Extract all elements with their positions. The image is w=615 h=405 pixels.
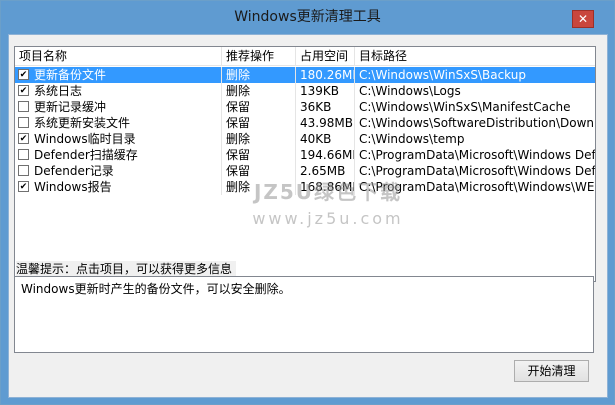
item-name-cell: Windows报告 [15, 179, 222, 195]
window-title: Windows更新清理工具 [234, 9, 381, 25]
item-path: C:\Windows\WinSxS\ManifestCache [359, 100, 571, 114]
item-action: 保留 [222, 147, 296, 163]
item-checkbox[interactable] [18, 69, 29, 80]
item-size: 180.26MB [296, 67, 355, 83]
item-checkbox[interactable] [18, 133, 29, 144]
column-header-size[interactable]: 占用空间 [296, 47, 355, 65]
item-name-cell: 系统更新安装文件 [15, 115, 222, 131]
item-size: 168.86MB [296, 179, 355, 195]
main-window: Windows更新清理工具 ✕ 项目名称 推荐操作 占用空间 目标路径 更新备份… [0, 0, 615, 405]
item-path: C:\Windows\WinSxS\Backup [359, 68, 526, 82]
item-action: 保留 [222, 115, 296, 131]
item-checkbox[interactable] [18, 85, 29, 96]
title-bar: Windows更新清理工具 ✕ [1, 1, 614, 34]
item-name: 更新记录缓冲 [34, 100, 107, 114]
item-name-cell: 更新备份文件 [15, 67, 222, 83]
close-button[interactable]: ✕ [572, 10, 594, 28]
list-header: 项目名称 推荐操作 占用空间 目标路径 [15, 47, 595, 66]
list-item[interactable]: 系统日志 删除139KB C:\Windows\Logs [15, 83, 595, 99]
cleanup-list[interactable]: 项目名称 推荐操作 占用空间 目标路径 更新备份文件删除180.26MBC:\W… [14, 46, 596, 282]
column-header-path[interactable]: 目标路径 [355, 47, 595, 65]
column-header-name[interactable]: 项目名称 [15, 47, 222, 65]
tips-description: Windows更新时产生的备份文件，可以安全删除。 [14, 276, 594, 353]
item-action: 删除 [222, 83, 296, 99]
item-name: 更新备份文件 [34, 68, 107, 82]
item-name-cell: 更新记录缓冲 [15, 99, 222, 115]
client-area: 项目名称 推荐操作 占用空间 目标路径 更新备份文件删除180.26MBC:\W… [8, 34, 608, 398]
item-size: 43.98MB [296, 115, 355, 131]
item-checkbox[interactable] [18, 117, 29, 128]
item-name: Defender扫描缓存 [34, 148, 138, 162]
item-name-cell: Windows临时目录 [15, 131, 222, 147]
item-path: C:\Windows\temp [359, 132, 465, 146]
list-item[interactable]: 更新记录缓冲 保留 36KB C:\Windows\WinSxS\ManifestCa… [15, 99, 595, 115]
item-checkbox[interactable] [18, 149, 29, 160]
list-item[interactable]: Defender记录 保留 2.65MB C:\ProgramData\Microso… [15, 163, 595, 179]
item-path: C:\Windows\SoftwareDistribution\Download [359, 116, 595, 130]
start-cleanup-button[interactable]: 开始清理 [514, 360, 589, 382]
item-size: 36KB [296, 99, 355, 115]
item-action: 删除 [222, 131, 296, 147]
item-name-cell: Defender记录 [15, 163, 222, 179]
list-item[interactable]: Defender扫描缓存 保留 194.66MB C:\ProgramData\Mic… [15, 147, 595, 163]
item-checkbox[interactable] [18, 101, 29, 112]
tips-label: 温馨提示：点击项目，可以获得更多信息 [16, 261, 237, 277]
item-path: C:\ProgramData\Microsoft\Windows Defende… [359, 164, 595, 178]
item-action: 删除 [222, 67, 296, 83]
item-size: 139KB [296, 83, 355, 99]
item-size: 194.66MB [296, 147, 355, 163]
item-action: 删除 [222, 179, 296, 195]
item-name: Defender记录 [34, 164, 114, 178]
item-checkbox[interactable] [18, 165, 29, 176]
item-path: C:\ProgramData\Microsoft\Windows\WER [359, 180, 595, 194]
item-size: 40KB [296, 131, 355, 147]
item-action: 保留 [222, 163, 296, 179]
list-item[interactable]: 系统更新安装文件 保留 43.98MB C:\Windows\SoftwareDist… [15, 115, 595, 131]
item-path: C:\ProgramData\Microsoft\Windows Defende… [359, 148, 595, 162]
item-name: 系统更新安装文件 [34, 116, 131, 130]
item-size: 2.65MB [296, 163, 355, 179]
item-name-cell: Defender扫描缓存 [15, 147, 222, 163]
item-checkbox[interactable] [18, 181, 29, 192]
item-name: Windows临时目录 [34, 132, 136, 146]
list-item[interactable]: Windows临时目录 删除40KB C:\Windows\temp [15, 131, 595, 147]
column-header-action[interactable]: 推荐操作 [222, 47, 296, 65]
item-name: Windows报告 [34, 180, 112, 194]
list-item[interactable]: 更新备份文件 删除180.26MB C:\Windows\WinSxS\Backup [15, 67, 595, 83]
item-name: 系统日志 [34, 84, 83, 98]
item-name-cell: 系统日志 [15, 83, 222, 99]
item-path: C:\Windows\Logs [359, 84, 461, 98]
list-item[interactable]: Windows报告 删除168.86MB C:\ProgramData\Micros… [15, 179, 595, 195]
item-action: 保留 [222, 99, 296, 115]
